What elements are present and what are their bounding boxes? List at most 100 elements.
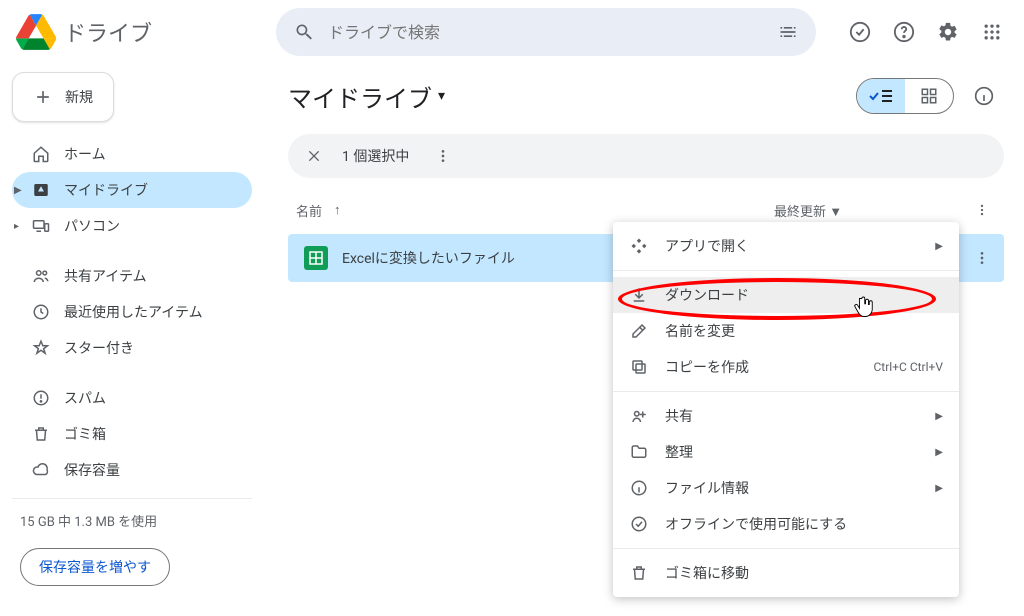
trash-icon [629,564,649,582]
rename-icon [629,322,649,340]
buy-storage-button[interactable]: 保存容量を増やす [20,548,170,586]
chevron-down-icon: ▾ [438,88,445,104]
chevron-right-icon: ▶ [14,185,22,196]
devices-icon [32,217,50,235]
ctx-offline[interactable]: オフラインで使用可能にする [613,506,959,542]
drive-folder-icon [32,181,50,199]
sidebar-item-mydrive[interactable]: ▶ マイドライブ [12,172,252,208]
hand-cursor-icon [852,292,876,320]
ctx-label: 整理 [665,442,693,462]
clock-icon [32,303,50,321]
header-actions [840,12,1012,52]
sidebar-item-spam[interactable]: スパム [12,380,252,416]
location-title-button[interactable]: マイドライブ ▾ [288,79,445,114]
logo-block[interactable]: ドライブ [12,12,264,52]
chevron-right-icon: ▶ [935,483,943,494]
ctx-copy[interactable]: コピーを作成 Ctrl+C Ctrl+V [613,349,959,385]
sidebar-item-starred[interactable]: スター付き [12,330,252,366]
apps-grid-icon[interactable] [972,12,1012,52]
column-options-icon[interactable] [968,196,996,224]
sidebar-item-label: パソコン [64,216,120,236]
cloud-icon [32,461,50,479]
view-controls [856,76,1004,116]
ctx-separator [613,391,959,392]
sidebar-item-label: ゴミ箱 [64,424,106,444]
people-icon [32,267,50,285]
sidebar-item-trash[interactable]: ゴミ箱 [12,416,252,452]
list-view-button[interactable] [857,79,905,113]
sidebar-item-label: スター付き [64,338,134,358]
selection-more-button[interactable] [427,140,459,172]
sidebar-item-computers[interactable]: ▸ パソコン [12,208,252,244]
file-more-button[interactable] [966,242,998,274]
ctx-label: ファイル情報 [665,478,749,498]
copy-icon [629,358,649,376]
sheets-file-icon [304,246,328,270]
column-name[interactable]: 名前 [296,201,322,220]
ctx-rename[interactable]: 名前を変更 [613,313,959,349]
new-button-label: 新規 [65,87,93,107]
ctx-label: ダウンロード [665,285,749,305]
ctx-share[interactable]: 共有 ▶ [613,398,959,434]
chevron-right-icon: ▸ [14,221,19,232]
storage-usage-text: 15 GB 中 1.3 MB を使用 [12,511,252,530]
sidebar-item-home[interactable]: ホーム [12,136,252,172]
selection-bar: 1 個選択中 [288,134,1004,178]
ctx-label: オフラインで使用可能にする [665,514,847,534]
ctx-label: アプリで開く [665,236,749,256]
sidebar-item-label: 最近使用したアイテム [64,302,203,322]
sidebar-item-label: マイドライブ [64,180,148,200]
column-modified[interactable]: 最終更新 ▼ [774,201,950,220]
grid-view-button[interactable] [905,79,953,113]
download-icon [629,286,649,304]
share-icon [629,407,649,425]
open-with-icon [629,237,649,255]
ctx-label: ゴミ箱に移動 [665,563,749,583]
info-icon [629,479,649,497]
search-input[interactable] [324,23,768,42]
chevron-right-icon: ▶ [935,447,943,458]
folder-icon [629,443,649,461]
ctx-separator [613,270,959,271]
ready-offline-icon[interactable] [840,12,880,52]
sidebar-item-label: ホーム [64,144,106,164]
sort-asc-icon[interactable]: ↑ [334,202,341,218]
ctx-file-info[interactable]: ファイル情報 ▶ [613,470,959,506]
help-icon[interactable] [884,12,924,52]
ctx-separator [613,548,959,549]
location-title: マイドライブ [288,79,432,114]
search-icon[interactable] [284,12,324,52]
plus-icon [33,87,53,107]
ctx-shortcut: Ctrl+C Ctrl+V [874,360,944,374]
offline-icon [629,515,649,533]
settings-icon[interactable] [928,12,968,52]
ctx-download[interactable]: ダウンロード [613,277,959,313]
ctx-trash[interactable]: ゴミ箱に移動 [613,555,959,591]
file-name: Excelに変換したいファイル [342,248,515,268]
chevron-right-icon: ▶ [935,241,943,252]
trash-icon [32,425,50,443]
sidebar-item-shared[interactable]: 共有アイテム [12,258,252,294]
view-details-icon[interactable] [964,76,1004,116]
ctx-label: 共有 [665,406,693,426]
drive-logo-icon [16,12,56,52]
new-button[interactable]: 新規 [12,72,114,122]
ctx-open-with[interactable]: アプリで開く ▶ [613,228,959,264]
search-bar[interactable] [276,8,816,56]
sidebar-item-storage[interactable]: 保存容量 [12,452,252,488]
ctx-label: コピーを作成 [665,357,749,377]
star-icon [32,339,50,357]
sidebar-item-recent[interactable]: 最近使用したアイテム [12,294,252,330]
sidebar-item-label: スパム [64,388,106,408]
sidebar: 新規 ホーム ▶ マイドライブ ▸ パソコン 共有アイテム 最近使用したアイテム… [0,64,264,616]
app-header: ドライブ [0,0,1024,64]
ctx-organize[interactable]: 整理 ▶ [613,434,959,470]
home-icon [32,145,50,163]
search-options-icon[interactable] [768,12,808,52]
layout-toggle [856,78,954,114]
ctx-label: 名前を変更 [665,321,735,341]
sidebar-item-label: 共有アイテム [64,266,147,286]
chevron-right-icon: ▶ [935,411,943,422]
clear-selection-button[interactable] [298,140,330,172]
product-name: ドライブ [64,16,152,48]
